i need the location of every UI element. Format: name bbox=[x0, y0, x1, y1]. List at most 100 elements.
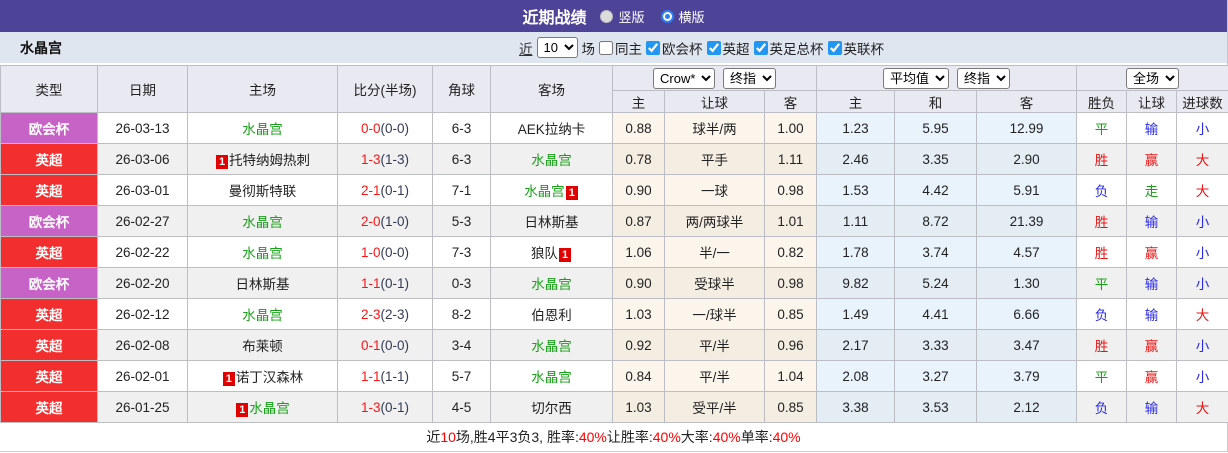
odds-final-select[interactable]: 终指 bbox=[723, 67, 776, 89]
fulltime-score: 1-3 bbox=[360, 399, 381, 415]
same-home-checkbox[interactable] bbox=[599, 40, 613, 55]
avg-source-select[interactable]: 平均值 bbox=[883, 67, 950, 89]
result-group-header: 全场 bbox=[1076, 65, 1228, 91]
league-type-cell: 英超 bbox=[0, 360, 98, 392]
home-team-name: 水晶宫 bbox=[242, 122, 283, 137]
goals-result-cell: 小 bbox=[1176, 205, 1228, 237]
avg-away-cell: 2.12 bbox=[976, 391, 1078, 423]
premier-label: 英超 bbox=[722, 41, 750, 57]
summary-segment: 单率: bbox=[740, 429, 773, 445]
home-team-cell: 水晶宫 bbox=[187, 236, 338, 268]
odds-away-cell: 0.85 bbox=[763, 391, 818, 423]
avg-away-cell: 5.91 bbox=[976, 174, 1078, 206]
col-header-score: 比分(半场) bbox=[337, 65, 433, 113]
corner-cell: 3-4 bbox=[432, 329, 491, 361]
avg-away-cell: 2.90 bbox=[976, 143, 1078, 175]
summary-segment: 近 bbox=[426, 429, 441, 445]
col-header-avg-draw: 和 bbox=[894, 90, 978, 113]
avg-away-cell: 3.79 bbox=[976, 360, 1078, 392]
table-row: 英超 26-03-06 1 托特纳姆热刺 1-3(1-3) 6-3 水晶宫 0.7… bbox=[0, 143, 1228, 175]
summary-segment: 让胜率: bbox=[606, 429, 653, 445]
efl-cup-label: 英联杯 bbox=[843, 41, 885, 57]
score-cell: 2-0(1-0) bbox=[337, 205, 433, 237]
near-link[interactable]: 近 bbox=[519, 38, 533, 58]
efl-cup-checkbox[interactable] bbox=[827, 40, 842, 55]
odds-away-cell: 0.98 bbox=[763, 267, 818, 299]
odds-source-select[interactable]: Crow* bbox=[653, 67, 715, 89]
radio-checked-icon[interactable] bbox=[660, 9, 674, 23]
table-row: 英超 26-02-01 1 诺丁汉森林 1-1(1-1) 5-7 水晶宫 0.84… bbox=[0, 360, 1228, 392]
handicap-result-cell: 输 bbox=[1126, 267, 1178, 299]
league-type-cell: 欧会杯 bbox=[0, 267, 98, 299]
table-row: 英超 26-02-08 布莱顿 0-1(0-0) 3-4 水晶宫 0.92 平/… bbox=[0, 329, 1228, 361]
home-card-badge: 1 bbox=[222, 372, 235, 386]
scope-select[interactable]: 全场 bbox=[1126, 67, 1180, 89]
goals-result-cell: 小 bbox=[1176, 267, 1228, 299]
handicap-result-cell: 输 bbox=[1126, 205, 1178, 237]
home-team-name: 水晶宫 bbox=[242, 215, 283, 230]
halftime-score: (0-1) bbox=[380, 182, 410, 198]
filters: 近 10 场 同主 欧会杯 英超 英足总杯 英联杯 bbox=[519, 37, 1227, 58]
score-cell: 2-3(2-3) bbox=[337, 298, 433, 330]
table-row: 英超 26-02-22 水晶宫 1-0(0-0) 7-3 狼队 1 1.06 半/… bbox=[0, 236, 1228, 268]
league-type-cell: 欧会杯 bbox=[0, 112, 98, 144]
away-card-badge: 1 bbox=[558, 248, 572, 262]
col-header-handicap-result: 让球 bbox=[1126, 90, 1178, 113]
col-header-home: 主场 bbox=[187, 65, 338, 113]
score-cell: 0-0(0-0) bbox=[337, 112, 433, 144]
fulltime-score: 2-3 bbox=[360, 306, 381, 322]
col-header-avg-home: 主 bbox=[816, 90, 896, 113]
halftime-score: (0-0) bbox=[380, 244, 410, 260]
goals-result-cell: 大 bbox=[1176, 174, 1228, 206]
odds-home-cell: 0.90 bbox=[612, 174, 665, 206]
away-team-name: 水晶宫 bbox=[531, 277, 572, 292]
score-cell: 0-1(0-0) bbox=[337, 329, 433, 361]
avg-draw-cell: 4.42 bbox=[894, 174, 978, 206]
premier-checkbox[interactable] bbox=[706, 40, 721, 55]
outcome-cell: 胜 bbox=[1076, 205, 1128, 237]
away-team-name: 水晶宫 bbox=[524, 184, 565, 199]
avg-home-cell: 2.46 bbox=[816, 143, 896, 175]
avg-draw-cell: 3.53 bbox=[894, 391, 978, 423]
rounds-select[interactable]: 10 bbox=[536, 37, 578, 58]
fa-cup-checkbox[interactable] bbox=[753, 40, 768, 55]
radio-horizontal-layout[interactable]: 横版 bbox=[660, 7, 705, 26]
avg-draw-cell: 4.41 bbox=[894, 298, 978, 330]
avg-away-cell: 3.47 bbox=[976, 329, 1078, 361]
radio-vertical-layout[interactable]: 竖版 bbox=[600, 7, 645, 26]
outcome-cell: 平 bbox=[1076, 360, 1128, 392]
home-team-cell: 水晶宫 bbox=[187, 112, 338, 144]
league-type-cell: 欧会杯 bbox=[0, 205, 98, 237]
away-team-name: 伯恩利 bbox=[531, 308, 572, 323]
avg-final-select[interactable]: 终指 bbox=[957, 67, 1011, 89]
avg-home-cell: 2.08 bbox=[816, 360, 896, 392]
halftime-score: (0-0) bbox=[380, 120, 410, 136]
fulltime-score: 1-1 bbox=[360, 275, 381, 291]
away-team-name: 日林斯基 bbox=[524, 215, 579, 230]
europa-conf-checkbox[interactable] bbox=[646, 40, 660, 55]
goals-result-cell: 大 bbox=[1176, 298, 1228, 330]
away-team-name: 狼队 bbox=[530, 246, 558, 261]
avg-draw-cell: 3.74 bbox=[894, 236, 978, 268]
fulltime-score: 0-0 bbox=[360, 120, 381, 136]
odds-away-cell: 0.85 bbox=[763, 298, 818, 330]
odds-away-cell: 1.01 bbox=[763, 205, 818, 237]
goals-result-cell: 大 bbox=[1176, 391, 1228, 423]
score-cell: 1-3(0-1) bbox=[337, 391, 433, 423]
avg-away-cell: 21.39 bbox=[976, 205, 1078, 237]
outcome-cell: 胜 bbox=[1076, 236, 1128, 268]
score-cell: 2-1(0-1) bbox=[337, 174, 433, 206]
home-team-cell: 1 水晶宫 bbox=[187, 391, 338, 423]
corner-cell: 0-3 bbox=[432, 267, 491, 299]
away-team-cell: 伯恩利 bbox=[490, 298, 613, 330]
away-team-cell: 切尔西 bbox=[490, 391, 613, 423]
col-header-away: 客场 bbox=[490, 65, 613, 113]
home-team-cell: 曼彻斯特联 bbox=[187, 174, 338, 206]
radio-unchecked-icon[interactable] bbox=[600, 9, 614, 23]
odds-away-cell: 0.82 bbox=[763, 236, 818, 268]
halftime-score: (1-1) bbox=[380, 368, 410, 384]
odds-home-cell: 0.88 bbox=[612, 112, 665, 144]
odds-handicap-cell: 平手 bbox=[664, 143, 765, 175]
handicap-result-cell: 走 bbox=[1126, 174, 1178, 206]
summary-footer: 近 10 场,胜4平3负3, 胜率: 40% 让胜率: 40% 大率: 40% … bbox=[0, 423, 1227, 452]
